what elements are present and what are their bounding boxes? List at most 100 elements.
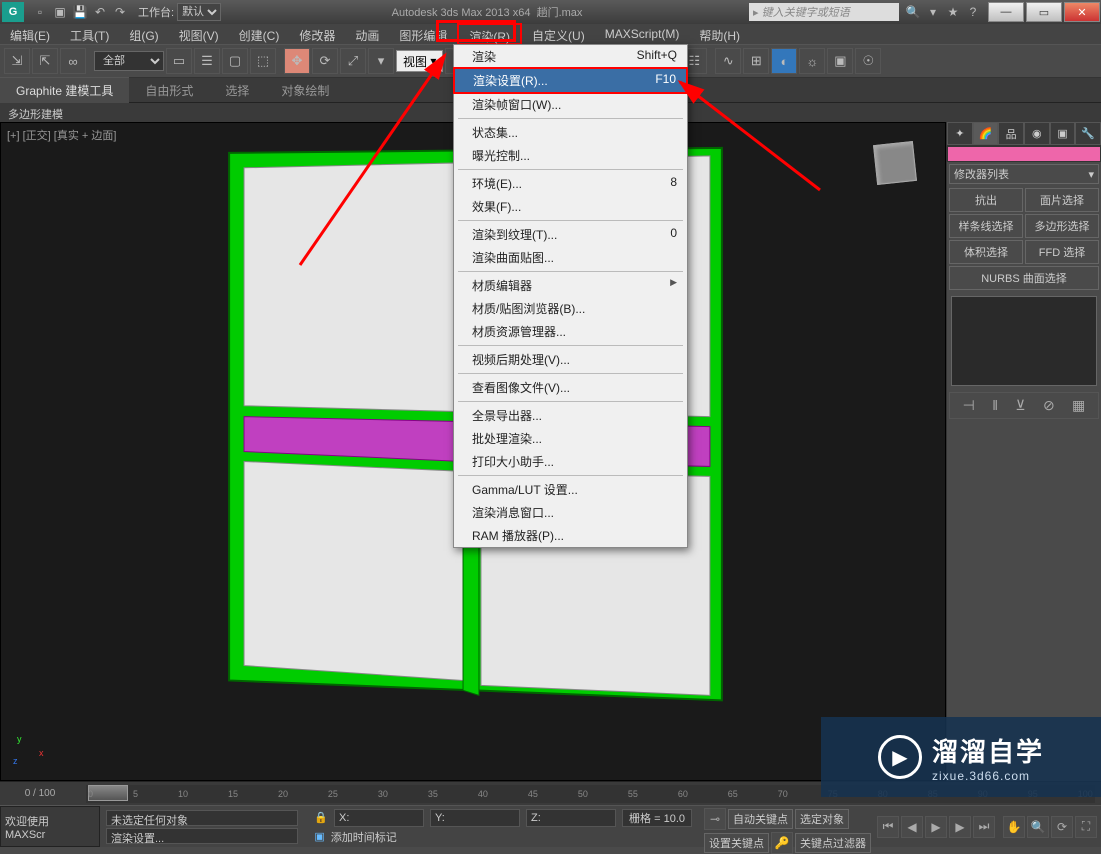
ribbon-tab-graphite[interactable]: Graphite 建模工具 xyxy=(0,77,129,103)
time-tag-label[interactable]: 添加时间标记 xyxy=(331,829,397,845)
key-icon[interactable]: ⊸ xyxy=(704,808,726,830)
selection-filter-combo[interactable]: 全部 xyxy=(94,51,164,71)
menu-maxscript[interactable]: MAXScript(M) xyxy=(595,24,690,44)
schematic-icon[interactable]: ⊞ xyxy=(743,48,769,74)
tab-hierarchy-icon[interactable]: 品 xyxy=(998,122,1024,145)
menuitem-[interactable]: 全景导出器... xyxy=(454,404,687,427)
menuitem-V[interactable]: 视频后期处理(V)... xyxy=(454,348,687,371)
menu-help[interactable]: 帮助(H) xyxy=(689,24,750,44)
menu-animation[interactable]: 动画 xyxy=(345,24,389,44)
app-logo-icon[interactable]: G xyxy=(2,2,24,22)
next-frame-icon[interactable]: ▶ xyxy=(949,816,971,838)
y-input[interactable]: Y: xyxy=(430,809,520,827)
maximize-viewport-icon[interactable]: ⛶ xyxy=(1075,816,1097,838)
undo-icon[interactable]: ↶ xyxy=(92,4,108,20)
link-icon[interactable]: ⇲ xyxy=(4,48,30,74)
btn-poly-select[interactable]: 多边形选择 xyxy=(1025,214,1099,238)
window-crossing-icon[interactable]: ⬚ xyxy=(250,48,276,74)
x-input[interactable]: X: xyxy=(334,809,424,827)
menuitem-RAMP[interactable]: RAM 播放器(P)... xyxy=(454,524,687,547)
ribbon-tab-freeform[interactable]: 自由形式 xyxy=(129,78,209,103)
pin-stack-icon[interactable]: ⊣ xyxy=(963,397,975,414)
menuitem-V[interactable]: 查看图像文件(V)... xyxy=(454,376,687,399)
btn-nurbs-select[interactable]: NURBS 曲面选择 xyxy=(949,266,1099,290)
goto-start-icon[interactable]: ⏮ xyxy=(877,816,899,838)
bind-icon[interactable]: ∞ xyxy=(60,48,86,74)
menu-edit[interactable]: 编辑(E) xyxy=(0,24,60,44)
setkey-button[interactable]: 设置关键点 xyxy=(704,833,769,853)
menuitem-[interactable]: 渲染消息窗口... xyxy=(454,501,687,524)
modifier-list-combo[interactable]: 修改器列表▾ xyxy=(949,164,1099,184)
btn-vol-select[interactable]: 体积选择 xyxy=(949,240,1023,264)
btn-ffd-select[interactable]: FFD 选择 xyxy=(1025,240,1099,264)
workspace-combo[interactable]: 默认 xyxy=(177,3,221,21)
menuitem-[interactable]: 批处理渲染... xyxy=(454,427,687,450)
help-toggle-icon[interactable]: ▾ xyxy=(925,4,941,20)
select-icon[interactable]: ▭ xyxy=(166,48,192,74)
menuitem-[interactable]: 材质资源管理器... xyxy=(454,320,687,343)
material-editor-icon[interactable]: ◐ xyxy=(771,48,797,74)
curve-editor-icon[interactable]: ∿ xyxy=(715,48,741,74)
menu-tools[interactable]: 工具(T) xyxy=(60,24,119,44)
pan-icon[interactable]: ✋ xyxy=(1003,816,1025,838)
tab-utilities-icon[interactable]: 🔧 xyxy=(1075,122,1101,145)
menu-customize[interactable]: 自定义(U) xyxy=(522,24,595,44)
menu-rendering[interactable]: 渲染(R) xyxy=(457,23,522,45)
menu-group[interactable]: 组(G) xyxy=(119,24,168,44)
key-filter-icon[interactable]: 🔑 xyxy=(771,832,793,854)
menuitem-[interactable]: 打印大小助手... xyxy=(454,450,687,473)
tab-display-icon[interactable]: ▣ xyxy=(1050,122,1076,145)
menuitem-[interactable]: 渲染曲面贴图... xyxy=(454,246,687,269)
favorite-icon[interactable]: ★ xyxy=(945,4,961,20)
orbit-icon[interactable]: ⟳ xyxy=(1051,816,1073,838)
remove-mod-icon[interactable]: ⊘ xyxy=(1043,397,1055,414)
menuitem-B[interactable]: 材质/贴图浏览器(B)... xyxy=(454,297,687,320)
btn-patch-select[interactable]: 面片选择 xyxy=(1025,188,1099,212)
minimize-button[interactable]: — xyxy=(988,2,1024,22)
configure-icon[interactable]: ▦ xyxy=(1072,397,1085,414)
viewcube[interactable] xyxy=(875,143,925,193)
btn-spline-select[interactable]: 样条线选择 xyxy=(949,214,1023,238)
render-frame-icon[interactable]: ▣ xyxy=(827,48,853,74)
make-unique-icon[interactable]: ⊻ xyxy=(1015,397,1025,414)
select-name-icon[interactable]: ☰ xyxy=(194,48,220,74)
open-icon[interactable]: ▣ xyxy=(52,4,68,20)
ribbon-tab-selection[interactable]: 选择 xyxy=(209,78,265,103)
menu-modifiers[interactable]: 修改器 xyxy=(289,24,345,44)
lock-icon[interactable]: 🔒 xyxy=(314,811,328,824)
help-search-input[interactable]: ▸ 键入关键字或短语 xyxy=(749,3,899,21)
menu-grapheditors[interactable]: 图形编辑 xyxy=(389,24,457,44)
redo-icon[interactable]: ↷ xyxy=(112,4,128,20)
unlink-icon[interactable]: ⇱ xyxy=(32,48,58,74)
tab-modify-icon[interactable]: 🌈 xyxy=(973,122,999,145)
menuitem-[interactable]: 状态集... xyxy=(454,121,687,144)
select-rotate-icon[interactable]: ⟳ xyxy=(312,48,338,74)
menuitem-T[interactable]: 渲染到纹理(T)...0 xyxy=(454,223,687,246)
tab-create-icon[interactable]: ✦ xyxy=(947,122,973,145)
menuitem-[interactable]: 曝光控制... xyxy=(454,144,687,167)
z-input[interactable]: Z: xyxy=(526,809,616,827)
keyfilter-button[interactable]: 关键点过滤器 xyxy=(795,833,871,853)
menuitem-W[interactable]: 渲染帧窗口(W)... xyxy=(454,93,687,116)
time-tag-icon[interactable]: ▣ xyxy=(314,830,324,843)
zoom-icon[interactable]: 🔍 xyxy=(1027,816,1049,838)
ribbon-tab-objectpaint[interactable]: 对象绘制 xyxy=(265,78,345,103)
select-region-icon[interactable]: ▢ xyxy=(222,48,248,74)
save-icon[interactable]: 💾 xyxy=(72,4,88,20)
menuitem-F[interactable]: 效果(F)... xyxy=(454,195,687,218)
prev-frame-icon[interactable]: ◀ xyxy=(901,816,923,838)
tab-motion-icon[interactable]: ◉ xyxy=(1024,122,1050,145)
ref-coord-combo[interactable]: 视图 ▾ xyxy=(396,50,443,72)
autokey-button[interactable]: 自动关键点 xyxy=(728,809,793,829)
new-icon[interactable]: ▫ xyxy=(32,4,48,20)
select-move-icon[interactable]: ✥ xyxy=(284,48,310,74)
select-scale-icon[interactable]: ⤢ xyxy=(340,48,366,74)
menuitem-E[interactable]: 环境(E)...8 xyxy=(454,172,687,195)
menuitem-R[interactable]: 渲染设置(R)...F10 xyxy=(453,67,688,94)
search-icon[interactable]: 🔍 xyxy=(905,4,921,20)
selected-button[interactable]: 选定对象 xyxy=(795,809,849,829)
maxscript-listener[interactable]: 欢迎使用 MAXScr xyxy=(0,806,100,847)
menu-create[interactable]: 创建(C) xyxy=(229,24,290,44)
menuitem-[interactable]: 材质编辑器▶ xyxy=(454,274,687,297)
menu-views[interactable]: 视图(V) xyxy=(169,24,229,44)
